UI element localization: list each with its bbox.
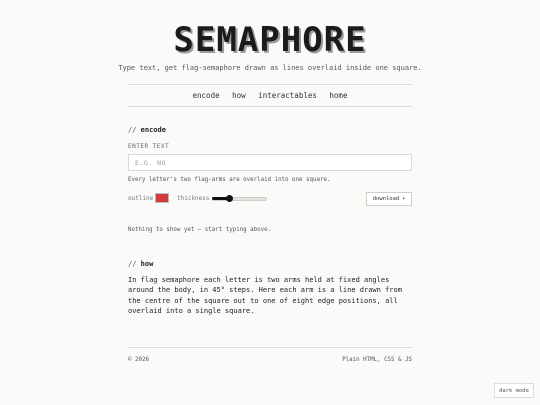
status-message: Nothing to show yet — start typing above… bbox=[128, 227, 272, 233]
outline-color-swatch[interactable] bbox=[155, 193, 169, 203]
footer-divider bbox=[128, 347, 412, 348]
encode-heading-prefix: // bbox=[128, 126, 137, 134]
enter-text-label: ENTER TEXT bbox=[128, 143, 170, 150]
footer: © 2026 Plain HTML, CSS & JS bbox=[128, 357, 412, 363]
how-heading-text: how bbox=[140, 260, 154, 268]
how-description: In flag semaphore each letter is two arm… bbox=[128, 276, 402, 316]
tagline: Type text, get flag-semaphore drawn as l… bbox=[118, 64, 422, 72]
site-logo[interactable]: SEMAPHORE bbox=[128, 20, 412, 60]
nav-how[interactable]: how bbox=[232, 91, 246, 100]
footer-copyright: © 2026 bbox=[128, 357, 149, 363]
download-label: download bbox=[372, 196, 400, 202]
how-heading-prefix: // bbox=[128, 260, 137, 268]
text-input[interactable] bbox=[128, 154, 412, 171]
thickness-label: thickness bbox=[177, 195, 210, 202]
outline-label: outline bbox=[128, 195, 154, 202]
controls-row: outline thickness download ▾ bbox=[128, 192, 412, 206]
nav-divider bbox=[128, 106, 412, 107]
chevron-down-icon: ▾ bbox=[402, 196, 406, 202]
header-divider bbox=[128, 84, 412, 85]
logo-text: SEMAPHORE bbox=[173, 20, 367, 60]
nav-interactables[interactable]: interactables bbox=[258, 91, 317, 100]
encode-heading-text: encode bbox=[140, 126, 166, 134]
thickness-slider[interactable] bbox=[212, 195, 267, 202]
footer-credit: Plain HTML, CSS & JS bbox=[342, 357, 412, 363]
nav-encode[interactable]: encode bbox=[193, 91, 220, 100]
nav-home[interactable]: home bbox=[329, 91, 347, 100]
download-button[interactable]: download ▾ bbox=[366, 192, 412, 206]
how-heading: // how bbox=[128, 260, 153, 268]
encode-heading: // encode bbox=[128, 126, 166, 134]
dark-mode-button[interactable]: dark mode bbox=[494, 383, 534, 398]
input-hint: Every letter's two flag-arms are overlai… bbox=[128, 177, 331, 183]
main-nav: encode how interactables home bbox=[128, 91, 412, 100]
slider-thumb[interactable] bbox=[226, 195, 233, 202]
